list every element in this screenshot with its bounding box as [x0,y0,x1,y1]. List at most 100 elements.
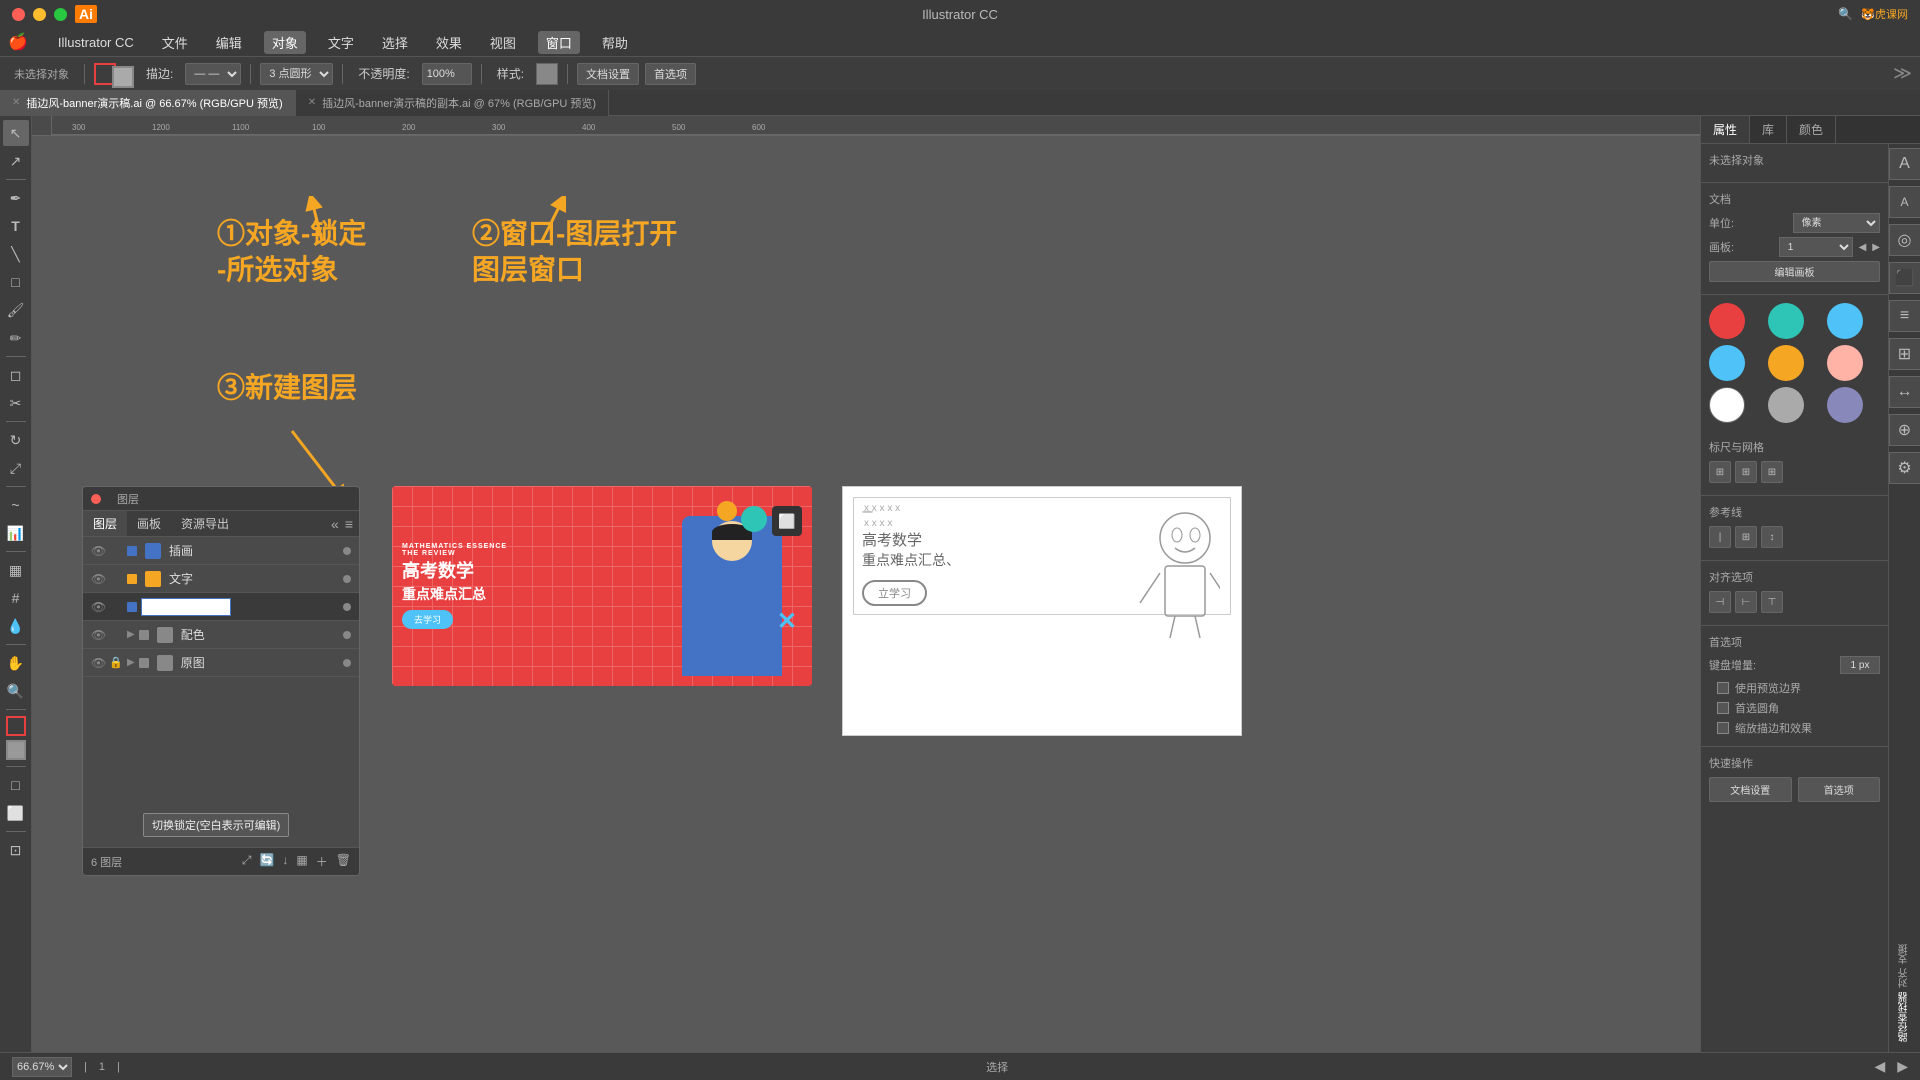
stroke-color-left[interactable] [6,716,26,736]
swatch-pink[interactable] [1827,345,1863,381]
swatch-teal[interactable] [1768,303,1804,339]
swatch-blue[interactable] [1827,303,1863,339]
layer-move-to-clip[interactable]: ▦ [296,853,307,870]
rp-icon-8[interactable]: ⊕ [1889,414,1920,446]
normal-mode[interactable]: □ [3,772,29,798]
graph-tool[interactable]: 📊 [3,520,29,546]
tab-0[interactable]: ✕ 插边风-banner演示稿.ai @ 66.67% (RGB/GPU 预览) [0,90,296,116]
rp-icon-5[interactable]: ≡ [1889,300,1920,332]
preferences-btn[interactable]: 首选项 [645,63,696,85]
pencil-tool[interactable]: ✏ [3,325,29,351]
menu-help[interactable]: 帮助 [596,31,634,54]
menu-window[interactable]: 窗口 [538,31,580,54]
grid-toggle[interactable]: ⊞ [1735,461,1757,483]
minimize-button[interactable] [33,8,46,21]
rp-icon-1[interactable]: A [1889,148,1920,180]
layer-new-btn[interactable]: ＋ [316,853,328,870]
layer-visibility-1[interactable]: 👁 [91,572,105,586]
status-forward[interactable]: ▶ [1897,1058,1908,1075]
screen-mode[interactable]: ⊡ [3,837,29,863]
selection-tool[interactable]: ↖ [3,120,29,146]
line-tool[interactable]: ╲ [3,241,29,267]
pen-tool[interactable]: ✒ [3,185,29,211]
layer-visibility-0[interactable]: 👁 [91,544,105,558]
swatch-orange[interactable] [1768,345,1804,381]
layer-lock-0[interactable]: 🔒 [109,544,123,558]
layer-name-input-2[interactable] [141,598,231,616]
guide-btn-2[interactable]: ⊞ [1735,526,1757,548]
fill-color-box[interactable] [112,66,134,88]
zoom-select[interactable]: 66.67% [12,1057,72,1077]
titlebar-search-icon[interactable]: 🔍 [1838,7,1853,21]
layer-visibility-4[interactable]: 👁 [91,656,105,670]
swatch-gray[interactable] [1768,387,1804,423]
eraser-tool[interactable]: ◻ [3,362,29,388]
edit-artboard-btn[interactable]: 编辑画板 [1709,261,1880,282]
layer-expand-4[interactable]: ▶ [127,657,135,668]
rotate-tool[interactable]: ↻ [3,427,29,453]
hand-tool[interactable]: ✋ [3,650,29,676]
layers-tab-layers[interactable]: 图层 [83,511,127,536]
align-center-h[interactable]: ⊢ [1735,591,1757,613]
artboard-select[interactable]: 1 [1779,237,1853,257]
menu-effect[interactable]: 效果 [430,31,468,54]
layer-lock-4[interactable]: 🔒 [109,656,123,670]
swatch-white[interactable] [1709,387,1745,423]
menu-select[interactable]: 选择 [376,31,414,54]
guide-btn-1[interactable]: | [1709,526,1731,548]
menu-file[interactable]: 文件 [156,31,194,54]
zoom-tool[interactable]: 🔍 [3,678,29,704]
preview-bounds-checkbox[interactable] [1717,682,1729,694]
fill-color-left[interactable] [6,740,26,760]
rp-icon-2[interactable]: A [1889,186,1920,218]
draw-behind[interactable]: ⬜ [3,800,29,826]
layers-tab-artboards[interactable]: 画板 [127,511,171,536]
layers-close-btn[interactable] [91,494,101,504]
align-right-edge[interactable]: ⊤ [1761,591,1783,613]
rp-icon-7[interactable]: ↔ [1889,376,1920,408]
layer-item-3[interactable]: 👁 🔒 ▶ 配色 [83,621,359,649]
panel-tab-library[interactable]: 库 [1750,116,1787,143]
direct-selection-tool[interactable]: ↗ [3,148,29,174]
layers-menu-icon[interactable]: ≡ [345,516,353,532]
mesh-tool[interactable]: # [3,585,29,611]
style-box[interactable] [536,63,558,85]
doc-settings-btn[interactable]: 文档设置 [577,63,639,85]
rp-icon-3[interactable]: ◎ [1889,224,1920,256]
artboard-next[interactable]: ▶ [1872,242,1880,253]
rp-icon-6[interactable]: ⊞ [1889,338,1920,370]
maximize-button[interactable] [54,8,67,21]
menu-illustrator[interactable]: Illustrator CC [52,33,140,52]
layer-delete-btn[interactable]: 🗑 [336,853,351,870]
layer-item-4[interactable]: 👁 🔒 ▶ 原图 [83,649,359,677]
layers-tab-export[interactable]: 资源导出 [171,511,239,536]
close-button[interactable] [12,8,25,21]
gradient-tool[interactable]: ▦ [3,557,29,583]
menu-object[interactable]: 对象 [264,31,306,54]
layer-expand-3[interactable]: ▶ [127,629,135,640]
stroke-type-select[interactable]: — — [185,63,241,85]
color-picker[interactable]: 💧 [3,613,29,639]
panel-tab-properties[interactable]: 属性 [1701,116,1750,143]
layer-visibility-2[interactable]: 👁 [91,600,105,614]
layer-item-2[interactable]: 👁 🔒 [83,593,359,621]
rp-icon-4[interactable]: ⬛ [1889,262,1920,294]
swatch-purple[interactable] [1827,387,1863,423]
shape-select[interactable]: 3 点圆形 [260,63,333,85]
layer-item-1[interactable]: 👁 🔒 文字 [83,565,359,593]
layer-new-from-selection[interactable]: ⤢ [242,853,252,870]
rp-bottom-tab-3[interactable]: 路径查找器 [1897,992,1912,1042]
swatch-red[interactable] [1709,303,1745,339]
status-back[interactable]: ◀ [1874,1058,1885,1075]
menu-edit[interactable]: 编辑 [210,31,248,54]
rp-bottom-tab-2[interactable]: 对齐 [1897,968,1912,988]
scale-strokes-checkbox[interactable] [1717,722,1729,734]
brush-tool[interactable]: 🖌 [3,297,29,323]
layer-lock-3[interactable]: 🔒 [109,628,123,642]
opacity-input[interactable] [422,63,472,85]
layers-collapse-icon[interactable]: « [331,516,339,532]
canvas-area[interactable]: 300 1200 1100 100 200 300 400 500 600 ①对… [32,116,1700,1052]
apple-menu[interactable]: 🍎 [8,32,28,52]
align-left-edge[interactable]: ⊣ [1709,591,1731,613]
layer-item-0[interactable]: 👁 🔒 插画 [83,537,359,565]
